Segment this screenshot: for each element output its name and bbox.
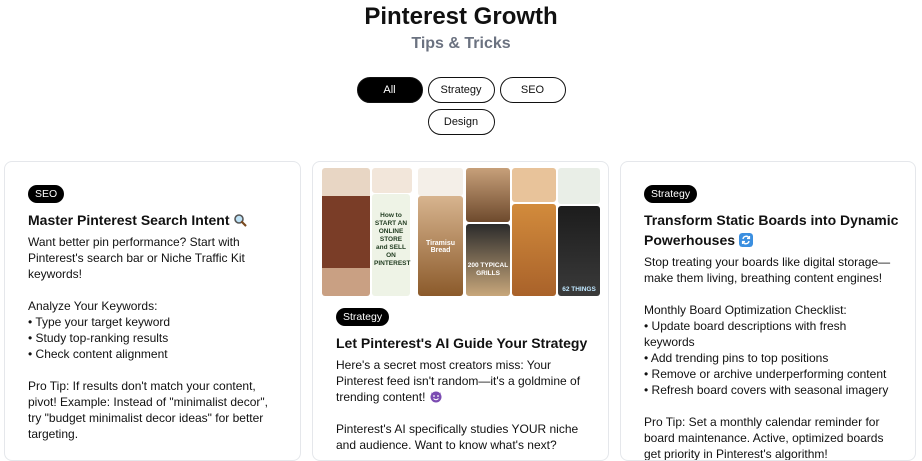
list-item: • Type your target keyword bbox=[28, 315, 171, 329]
card-body: Here's a secret most creators miss: Your… bbox=[336, 358, 581, 452]
filter-bar: All Strategy SEO Design bbox=[354, 77, 568, 135]
card-title: Let Pinterest's AI Guide Your Strategy bbox=[336, 335, 588, 351]
arrows-cycle-emoji-icon bbox=[738, 233, 753, 247]
list-item: • Study top-ranking results bbox=[28, 331, 169, 345]
tip-card-search-intent[interactable]: SEO Master Pinterest Search Intent Want … bbox=[4, 161, 301, 461]
category-badge: Strategy bbox=[336, 308, 390, 326]
category-badge: Strategy bbox=[644, 185, 698, 203]
smiling-devil-emoji-icon bbox=[430, 391, 442, 403]
card-title: Transform Static Boards into Dynamic Pow… bbox=[644, 212, 899, 248]
card-title: Master Pinterest Search Intent bbox=[28, 210, 284, 230]
magnifier-emoji-icon bbox=[234, 214, 248, 227]
list-item: • Check content alignment bbox=[28, 347, 168, 361]
filter-design-button[interactable]: Design bbox=[427, 109, 495, 135]
category-badge: SEO bbox=[28, 185, 65, 203]
card-body: Stop treating your boards like digital s… bbox=[644, 254, 899, 460]
list-item: • Add trending pins to top positions bbox=[644, 351, 829, 365]
page-subtitle: Tips & Tricks bbox=[411, 35, 511, 52]
card-body: Want better pin performance? Start with … bbox=[28, 234, 284, 442]
tip-card-ai-guide[interactable]: How to START AN ONLINE STORE and SELL ON… bbox=[312, 161, 609, 461]
filter-seo-button[interactable]: SEO bbox=[499, 77, 566, 103]
list-item: • Remove or archive underperforming cont… bbox=[644, 367, 887, 381]
page-title: Pinterest Growth bbox=[364, 3, 558, 30]
filter-all-button[interactable]: All bbox=[356, 77, 423, 103]
list-item: • Update board descriptions with fresh k… bbox=[644, 319, 847, 349]
tip-card-dynamic-boards[interactable]: Strategy Transform Static Boards into Dy… bbox=[620, 161, 916, 461]
list-item: • Refresh board covers with seasonal ima… bbox=[644, 383, 889, 397]
filter-strategy-button[interactable]: Strategy bbox=[427, 77, 495, 103]
pin-collage-image: How to START AN ONLINE STORE and SELL ON… bbox=[322, 168, 600, 296]
